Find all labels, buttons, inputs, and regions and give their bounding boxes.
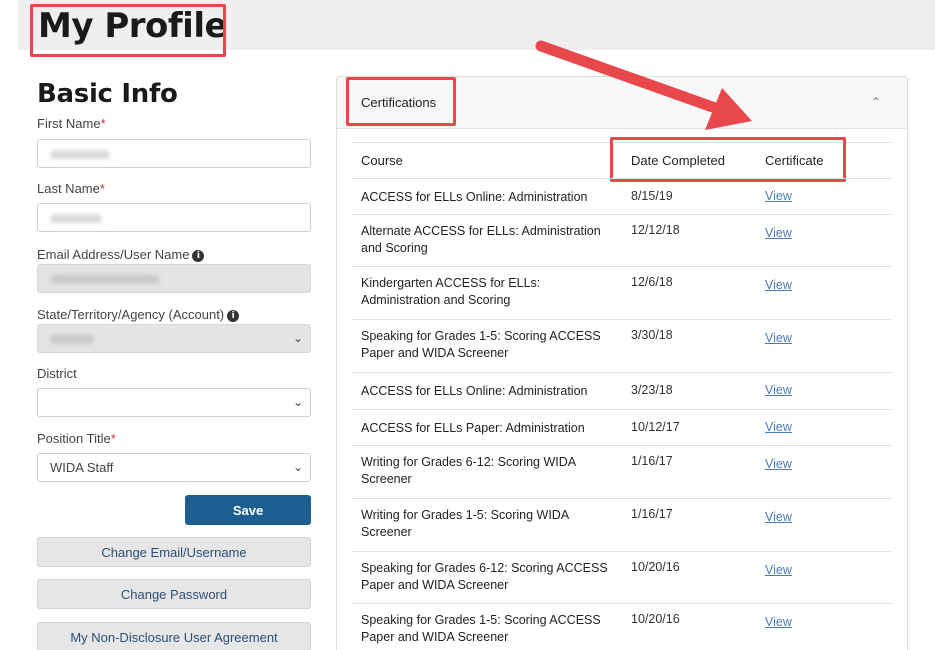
position-title-select[interactable]: WIDA Staff ⌄ <box>37 453 311 482</box>
page-title: My Profile <box>38 6 228 46</box>
course-name: Speaking for Grades 1-5: Scoring ACCESS … <box>361 329 601 360</box>
district-select[interactable]: ⌄ <box>37 388 311 417</box>
row-separator <box>352 372 892 373</box>
info-icon[interactable]: i <box>227 309 240 322</box>
view-certificate-link[interactable]: View <box>765 331 792 345</box>
certifications-panel-header[interactable]: Certifications ⌃ <box>337 77 907 129</box>
certifications-title: Certifications <box>361 95 437 110</box>
date-completed: 10/12/17 <box>631 420 680 434</box>
row-separator <box>352 178 892 179</box>
date-completed: 1/16/17 <box>631 454 673 468</box>
redacted-value <box>50 150 110 160</box>
course-name: Kindergarten ACCESS for ELLs: Administra… <box>361 276 541 307</box>
table-row: Writing for Grades 1-5: Scoring WIDA Scr… <box>352 500 892 553</box>
course-name: ACCESS for ELLs Online: Administration <box>361 190 588 204</box>
row-separator <box>352 603 892 604</box>
row-separator <box>352 409 892 410</box>
row-separator <box>352 266 892 267</box>
chevron-down-icon: ⌄ <box>292 395 303 409</box>
table-row: Kindergarten ACCESS for ELLs: Administra… <box>352 268 892 321</box>
course-name: Speaking for Grades 6-12: Scoring ACCESS… <box>361 561 608 592</box>
row-separator <box>352 498 892 499</box>
view-certificate-link[interactable]: View <box>765 226 792 240</box>
view-certificate-link[interactable]: View <box>765 615 792 629</box>
chevron-up-icon[interactable]: ⌃ <box>871 95 881 109</box>
column-header-date-completed: Date Completed <box>631 153 725 168</box>
column-header-course: Course <box>361 153 403 168</box>
date-completed: 8/15/19 <box>631 189 673 203</box>
date-completed: 3/30/18 <box>631 328 673 342</box>
course-name: Writing for Grades 1-5: Scoring WIDA Scr… <box>361 508 569 539</box>
date-completed: 10/20/16 <box>631 612 680 626</box>
row-separator <box>352 445 892 446</box>
last-name-label: Last Name* <box>37 181 105 196</box>
view-certificate-link[interactable]: View <box>765 510 792 524</box>
redacted-value <box>50 214 102 224</box>
redacted-value <box>50 335 94 345</box>
table-row: ACCESS for ELLs Paper: Administration 10/… <box>352 411 892 447</box>
position-title-label: Position Title* <box>37 431 116 446</box>
column-header-certificate: Certificate <box>765 153 824 168</box>
view-certificate-link[interactable]: View <box>765 420 792 434</box>
view-certificate-link[interactable]: View <box>765 189 792 203</box>
district-label: District <box>37 366 77 381</box>
nda-button[interactable]: My Non-Disclosure User Agreement <box>37 622 311 650</box>
row-separator <box>352 551 892 552</box>
state-select[interactable]: ⌄ <box>37 324 311 353</box>
info-icon[interactable]: i <box>192 249 205 262</box>
date-completed: 10/20/16 <box>631 560 680 574</box>
row-separator <box>352 214 892 215</box>
course-name: Writing for Grades 6-12: Scoring WIDA Sc… <box>361 455 576 486</box>
table-row: Speaking for Grades 1-5: Scoring ACCESS … <box>352 321 892 374</box>
change-email-button[interactable]: Change Email/Username <box>37 537 311 567</box>
course-name: ACCESS for ELLs Paper: Administration <box>361 421 585 435</box>
table-row: ACCESS for ELLs Online: Administration 8/… <box>352 180 892 216</box>
email-field <box>37 264 311 293</box>
first-name-label: First Name* <box>37 116 106 131</box>
row-separator <box>352 319 892 320</box>
view-certificate-link[interactable]: View <box>765 457 792 471</box>
table-row: Writing for Grades 6-12: Scoring WIDA Sc… <box>352 447 892 500</box>
course-name: Alternate ACCESS for ELLs: Administratio… <box>361 224 601 255</box>
table-header-top-border <box>352 142 892 143</box>
basic-info-title: Basic Info <box>37 79 178 109</box>
date-completed: 12/6/18 <box>631 275 673 289</box>
view-certificate-link[interactable]: View <box>765 563 792 577</box>
change-password-button[interactable]: Change Password <box>37 579 311 609</box>
course-name: Speaking for Grades 1-5: Scoring ACCESS … <box>361 613 601 644</box>
date-completed: 12/12/18 <box>631 223 680 237</box>
course-name: ACCESS for ELLs Online: Administration <box>361 384 588 398</box>
date-completed: 1/16/17 <box>631 507 673 521</box>
table-row: Speaking for Grades 6-12: Scoring ACCESS… <box>352 553 892 605</box>
chevron-down-icon: ⌄ <box>292 331 303 345</box>
table-row: Speaking for Grades 1-5: Scoring ACCESS … <box>352 605 892 650</box>
last-name-field[interactable] <box>37 203 311 232</box>
save-button[interactable]: Save <box>185 495 311 525</box>
table-row: ACCESS for ELLs Online: Administration 3/… <box>352 374 892 411</box>
first-name-field[interactable] <box>37 139 311 168</box>
view-certificate-link[interactable]: View <box>765 278 792 292</box>
chevron-down-icon: ⌄ <box>292 460 303 474</box>
date-completed: 3/23/18 <box>631 383 673 397</box>
redacted-value <box>50 275 160 285</box>
email-label: Email Address/User Name i <box>37 247 205 262</box>
table-row: Alternate ACCESS for ELLs: Administratio… <box>352 216 892 268</box>
view-certificate-link[interactable]: View <box>765 383 792 397</box>
state-label: State/Territory/Agency (Account) i <box>37 307 240 322</box>
